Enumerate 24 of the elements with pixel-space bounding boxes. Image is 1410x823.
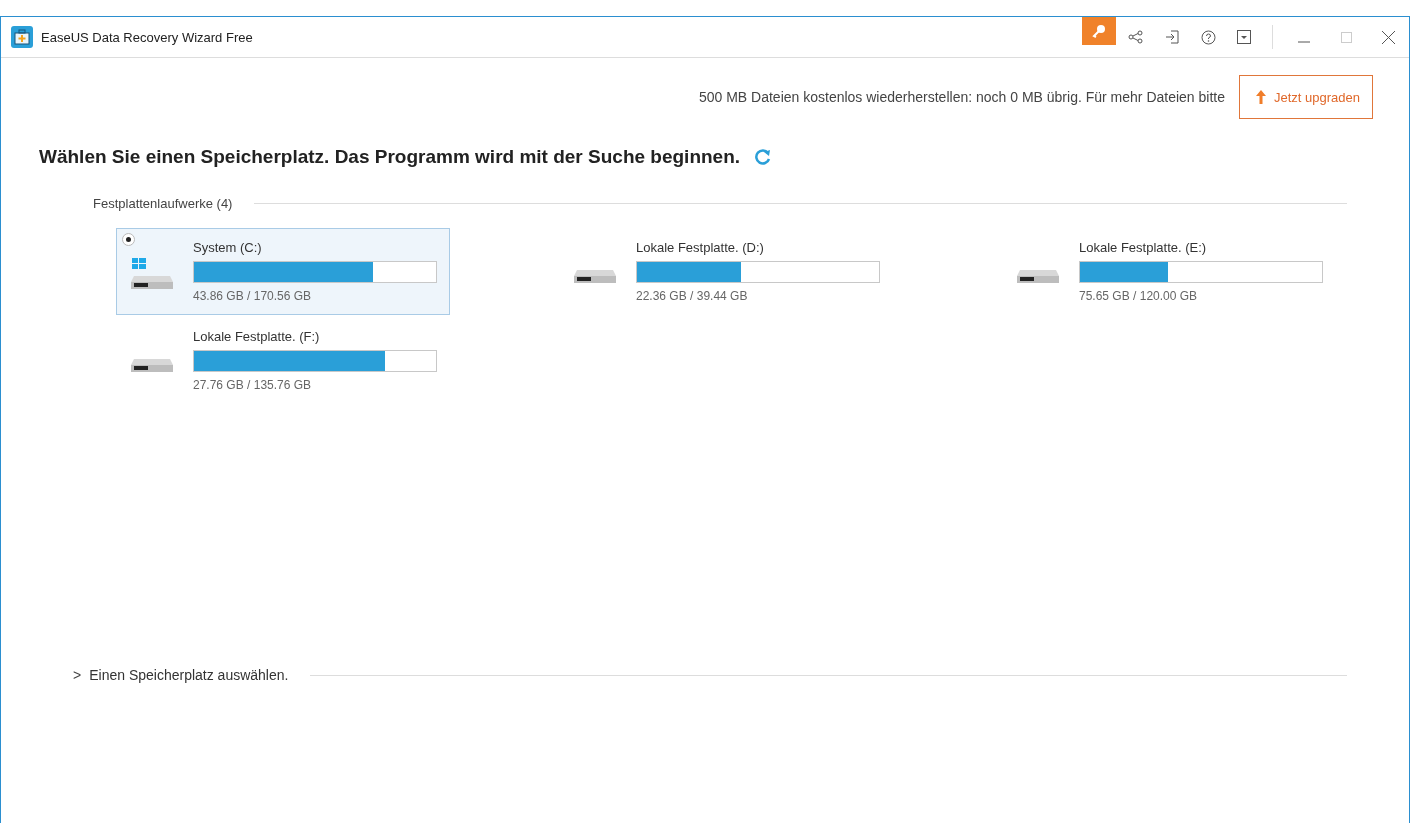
drive-tile[interactable]: Lokale Festplatte. (D:) 22.36 GB / 39.44 GB	[559, 228, 893, 315]
section-toggle[interactable]: > Einen Speicherplatz auswählen.	[73, 667, 289, 683]
page-heading: Wählen Sie einen Speicherplatz. Das Programm wird mit der Suche beginnen.	[39, 146, 741, 168]
key-icon[interactable]	[1082, 17, 1116, 45]
refresh-icon[interactable]	[754, 148, 773, 166]
drive-usage: 27.76 GB / 135.76 GB	[193, 378, 313, 392]
quota-notice: 500 MB Dateien kostenlos wiederherstellen: noch 0 MB übrig. Für mehr Dateien bitte	[698, 89, 1225, 105]
radio-button[interactable]	[122, 233, 135, 246]
drive-name: System (C:)	[193, 240, 263, 255]
drive-name: Lokale Festplatte. (D:)	[636, 240, 765, 255]
app-logo-icon	[11, 26, 33, 48]
system-drive-icon	[130, 257, 174, 292]
section-title: Festplattenlaufwerke (4)	[93, 196, 233, 211]
drive-tile[interactable]: System (C:) 43.86 GB / 170.56 GB	[116, 228, 450, 315]
drive-usage: 43.86 GB / 170.56 GB	[193, 289, 313, 303]
drive-usage: 22.36 GB / 39.44 GB	[636, 289, 749, 303]
drive-tile[interactable]: Lokale Festplatte. (F:) 27.76 GB / 135.76 GB	[116, 317, 450, 404]
drive-name: Lokale Festplatte. (E:)	[1079, 240, 1208, 255]
drive-usage: 75.65 GB / 120.00 GB	[1079, 289, 1199, 303]
drive-name: Lokale Festplatte. (F:)	[193, 329, 321, 344]
upgrade-button[interactable]: Jetzt upgraden	[1239, 75, 1373, 119]
drive-tile[interactable]: Lokale Festplatte. (E:) 75.65 GB / 120.00 GB	[1002, 228, 1336, 315]
arrow-up-icon	[1256, 90, 1266, 104]
window-title: EaseUS Data Recovery Wizard Free	[41, 29, 254, 45]
